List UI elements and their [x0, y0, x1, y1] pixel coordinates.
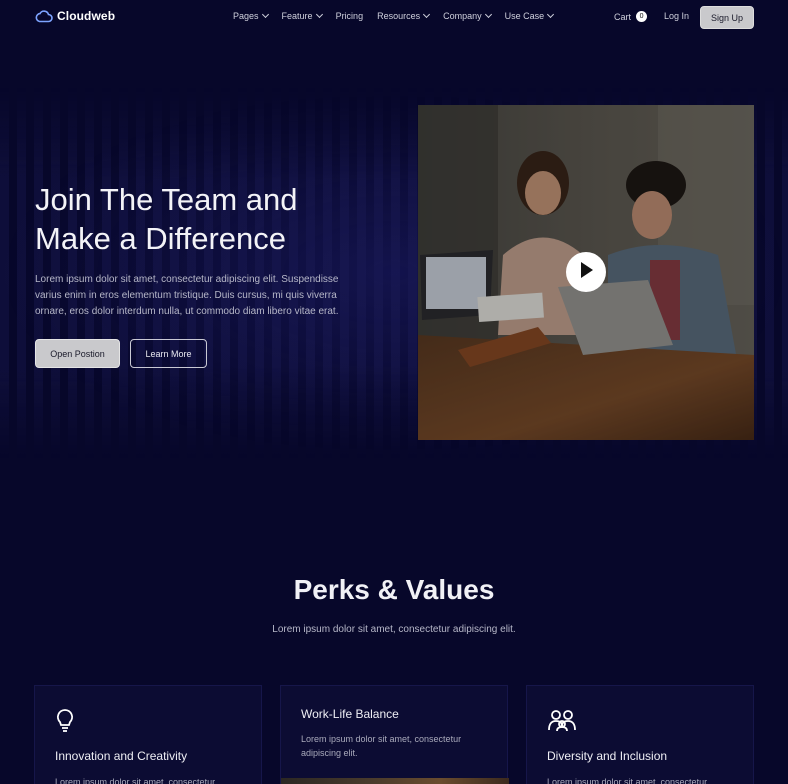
chevron-down-icon [261, 10, 269, 19]
learn-more-button[interactable]: Learn More [130, 339, 207, 368]
perks-subtitle: Lorem ipsum dolor sit amet, consectetur … [272, 624, 516, 635]
perk-card-work-life: Work-Life Balance Lorem ipsum dolor sit … [280, 685, 509, 784]
perk-card-image [281, 778, 509, 784]
cloud-icon [35, 9, 53, 23]
perk-card-text: Lorem ipsum dolor sit amet, consectetur [55, 777, 216, 784]
perk-card-innovation: Innovation and Creativity Lorem ipsum do… [34, 685, 262, 784]
main-menu: Pages Feature Pricing Resources Company … [233, 10, 567, 21]
perk-card-diversity: Diversity and Inclusion Lorem ipsum dolo… [526, 685, 754, 784]
cart-label: Cart [614, 11, 632, 22]
nav-pages-label: Pages [233, 11, 259, 21]
nav-pricing-label: Pricing [335, 11, 364, 21]
nav-feature[interactable]: Feature [281, 10, 323, 21]
cart-count-badge: 0 [636, 11, 648, 22]
top-navbar: Cloudweb Pages Feature Pricing Resources… [0, 0, 788, 34]
people-icon [547, 708, 577, 737]
lightbulb-icon [55, 708, 75, 737]
nav-resources[interactable]: Resources [377, 10, 431, 21]
nav-pricing[interactable]: Pricing [336, 11, 364, 21]
perk-card-title: Diversity and Inclusion [547, 749, 668, 763]
cart-link[interactable]: Cart 0 [614, 11, 648, 22]
perk-card-text: Lorem ipsum dolor sit amet, consectetur … [301, 734, 462, 758]
brand-logo[interactable]: Cloudweb [35, 9, 115, 23]
brand-name: Cloudweb [57, 9, 116, 23]
nav-feature-label: Feature [281, 11, 313, 21]
perk-card-text: Lorem ipsum dolor sit amet, consectetur [547, 777, 708, 784]
signup-button[interactable]: Sign Up [700, 6, 754, 29]
chevron-down-icon [484, 10, 492, 19]
nav-company-label: Company [443, 11, 482, 21]
hero-description: Lorem ipsum dolor sit amet, consectetur … [35, 274, 339, 317]
perk-card-title: Innovation and Creativity [55, 749, 188, 763]
nav-use-case[interactable]: Use Case [504, 10, 555, 21]
open-position-button[interactable]: Open Postion [35, 339, 120, 368]
play-icon [578, 261, 594, 284]
nav-use-case-label: Use Case [504, 11, 545, 21]
chevron-down-icon [423, 10, 431, 19]
nav-pages[interactable]: Pages [233, 10, 269, 21]
play-button[interactable] [566, 252, 606, 292]
hero-title: Join The Team and Make a Difference [35, 182, 298, 256]
perks-title: Perks & Values [293, 574, 495, 605]
login-link[interactable]: Log In [664, 11, 689, 21]
perk-card-title: Work-Life Balance [301, 707, 399, 721]
nav-company[interactable]: Company [443, 10, 492, 21]
chevron-down-icon [315, 10, 323, 19]
chevron-down-icon [547, 10, 555, 19]
nav-resources-label: Resources [377, 11, 421, 21]
